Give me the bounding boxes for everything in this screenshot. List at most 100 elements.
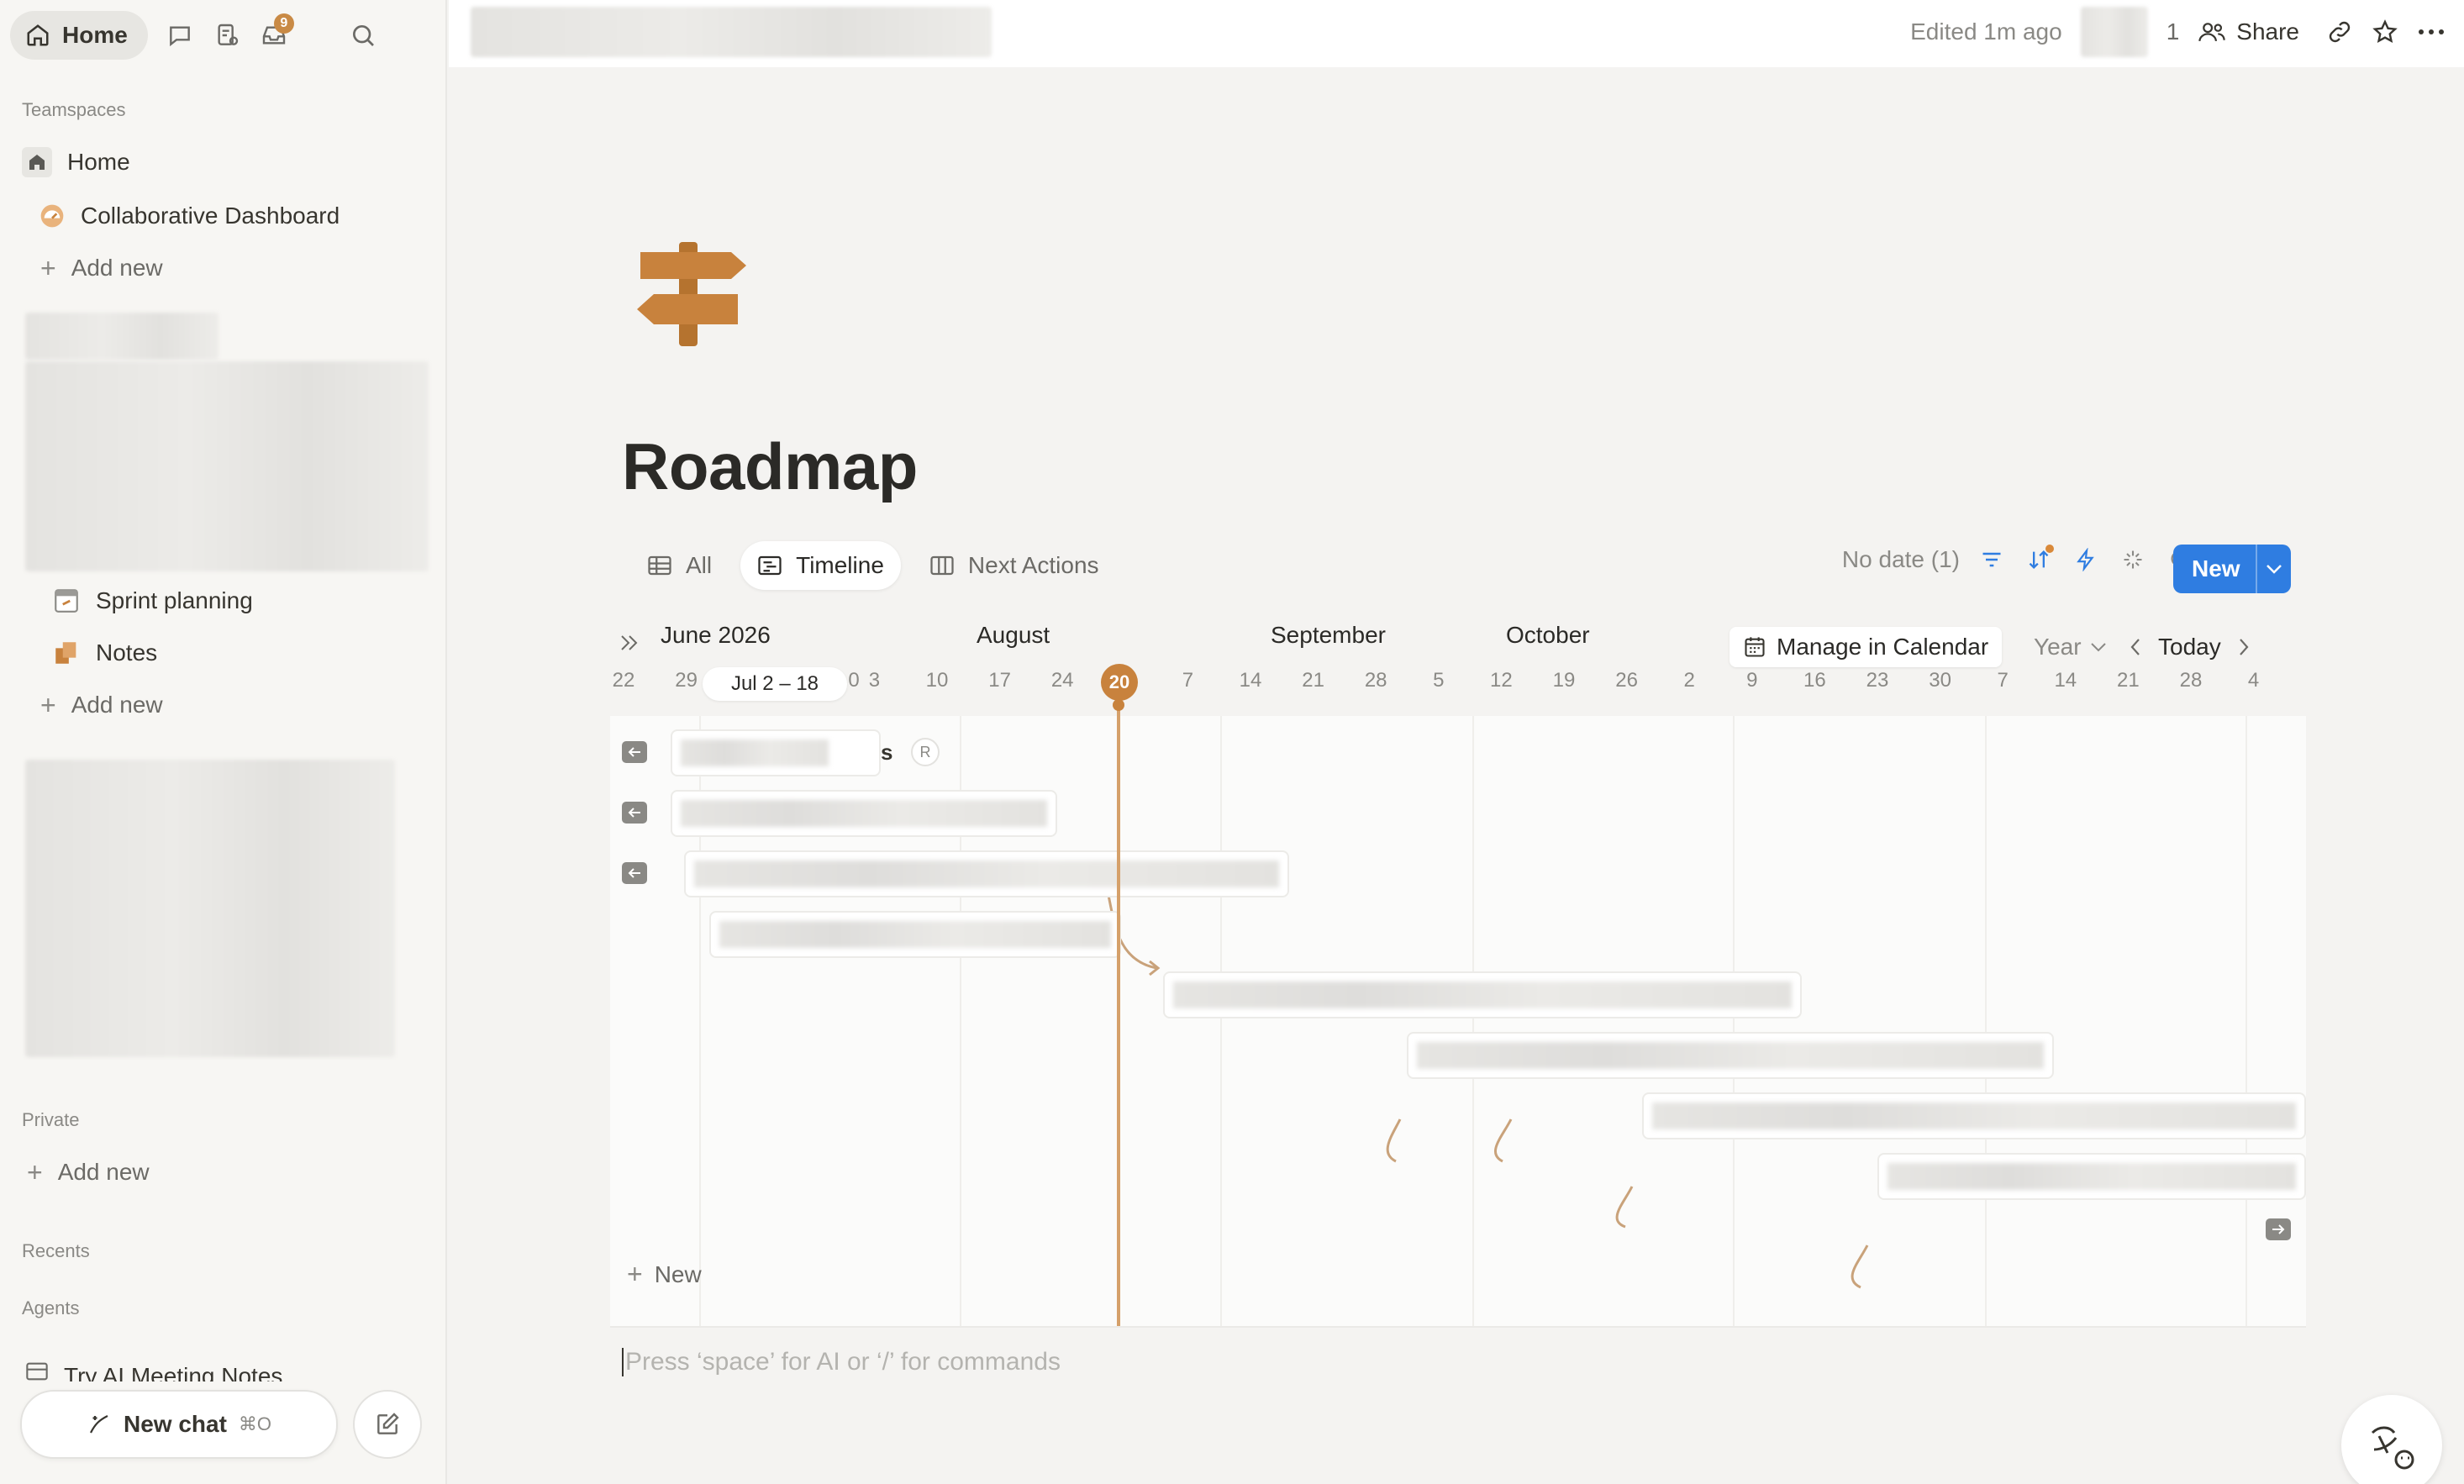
tab-timeline[interactable]: Timeline: [740, 541, 901, 590]
tab-all[interactable]: All: [630, 541, 729, 590]
chevron-left-icon[interactable]: [2130, 638, 2141, 656]
page-title[interactable]: Roadmap: [622, 429, 918, 505]
search-button[interactable]: [340, 12, 387, 59]
dashboard-icon: [39, 203, 66, 229]
table-icon: [25, 1361, 49, 1381]
timeline-view: June 2026 August September October Manag…: [610, 613, 2306, 1328]
plus-icon: +: [40, 252, 56, 283]
redacted-breadcrumb[interactable]: [471, 7, 992, 57]
ai-sparkle-icon: [89, 1414, 108, 1434]
day-tick: 28: [1364, 669, 1387, 692]
new-chat-label: New chat: [123, 1411, 227, 1437]
timeline-item[interactable]: [1642, 1092, 2306, 1139]
expand-table-button[interactable]: [619, 634, 640, 652]
day-tick: 10: [925, 669, 949, 692]
teamspaces-heading: Teamspaces: [22, 99, 126, 120]
chat-button[interactable]: [156, 12, 203, 59]
month-label: October: [1506, 622, 1590, 648]
new-chat-button[interactable]: New chat ⌘O: [20, 1390, 338, 1459]
share-button[interactable]: Share: [2198, 18, 2299, 45]
no-date-button[interactable]: No date (1): [1842, 546, 1960, 573]
timeline-item[interactable]: [709, 911, 1121, 958]
lightning-icon: [2077, 548, 2094, 571]
day-tick: 3: [868, 669, 881, 692]
block-placeholder[interactable]: Press ‘space’ for AI or ‘/’ for commands: [622, 1348, 1061, 1376]
more-icon: [2419, 29, 2444, 34]
sort-button[interactable]: [2024, 545, 2054, 575]
sidebar-item-home[interactable]: Home: [22, 141, 130, 183]
ai-face-icon: [2371, 1426, 2414, 1470]
manage-label: Manage in Calendar: [1777, 634, 1989, 660]
sidebar-item-label: Collaborative Dashboard: [81, 203, 340, 229]
sidebar-item-notes[interactable]: Notes: [52, 632, 157, 674]
timeline-item[interactable]: [684, 850, 1289, 897]
scale-select[interactable]: Year: [2034, 629, 2107, 666]
today-button[interactable]: Today: [2158, 634, 2221, 660]
scroll-to-item-button[interactable]: [2266, 1218, 2291, 1240]
sidebar-item-label: Sprint planning: [96, 587, 253, 613]
calendar-page-icon: [52, 587, 81, 615]
day-tick: 4: [2247, 669, 2260, 692]
inbox-badge: 9: [273, 13, 294, 34]
sidebar-item-sprint-planning[interactable]: Sprint planning: [52, 580, 253, 622]
timeline-item[interactable]: [1407, 1032, 2054, 1079]
agent-item[interactable]: Try AI Meeting Notes: [25, 1356, 282, 1381]
timeline-navigation: Today: [2130, 629, 2250, 666]
page-header: Edited 1m ago 1 Share: [449, 0, 2464, 67]
sidebar-add-new[interactable]: + Add new: [40, 684, 163, 726]
timeline-item[interactable]: [1877, 1153, 2306, 1200]
manage-in-calendar-button[interactable]: Manage in Calendar: [1730, 627, 2003, 667]
sidebar-item-collaborative-dashboard[interactable]: Collaborative Dashboard: [39, 195, 340, 237]
copy-link-button[interactable]: [2326, 18, 2353, 45]
timeline-grid: s R + New: [610, 699, 2306, 1328]
scroll-to-item-button[interactable]: [622, 862, 647, 884]
more-button[interactable]: [2417, 28, 2446, 36]
chat-icon: [169, 26, 190, 47]
ai-assistant-button[interactable]: [2341, 1395, 2442, 1484]
month-label: September: [1271, 622, 1386, 648]
automation-button[interactable]: [2071, 545, 2101, 575]
day-tick: 5: [1433, 669, 1445, 692]
add-new-row-button[interactable]: + New: [627, 1259, 702, 1290]
month-label: June 2026: [661, 622, 771, 648]
inbox-button[interactable]: 9: [250, 12, 297, 59]
day-tick: 16: [1803, 669, 1826, 692]
timeline-item[interactable]: [671, 729, 881, 776]
notes-icon: [52, 639, 81, 667]
scroll-to-item-button[interactable]: [622, 802, 647, 824]
add-new-row-label: New: [654, 1260, 702, 1287]
day-tick: 2: [1683, 669, 1695, 692]
chevron-right-icon[interactable]: [2238, 638, 2250, 656]
ai-autofill-button[interactable]: [2118, 545, 2148, 575]
today-line-knob: [1113, 699, 1124, 711]
tab-next-actions[interactable]: Next Actions: [913, 541, 1116, 590]
timeline-item[interactable]: [1163, 971, 1802, 1018]
scroll-to-item-button[interactable]: [622, 741, 647, 763]
home-tab[interactable]: Home: [10, 11, 148, 60]
day-tick: 14: [1239, 669, 1262, 692]
sidebar-add-new[interactable]: + Add new: [40, 247, 163, 289]
day-tick: 23: [1866, 669, 1889, 692]
timeline-item[interactable]: [671, 790, 1057, 837]
sidebar-item-label: Notes: [96, 639, 158, 666]
search-icon: [352, 25, 374, 46]
day-tick: 30: [1929, 669, 1951, 692]
new-item-dropdown[interactable]: [2257, 563, 2291, 575]
redacted-teamspace-title: [25, 313, 218, 360]
meeting-notes-button[interactable]: [203, 12, 250, 59]
filter-button[interactable]: [1977, 545, 2007, 575]
new-item-label: New: [2173, 545, 2257, 593]
agents-heading: Agents: [22, 1297, 80, 1318]
new-item-button[interactable]: New: [2173, 545, 2291, 593]
sparkle-icon: [2124, 550, 2142, 569]
sidebar-topbar: Home 9: [10, 10, 387, 61]
selected-range-pill: Jul 2 – 18: [703, 667, 847, 701]
assignee-badge[interactable]: R: [911, 738, 940, 766]
signpost-icon[interactable]: [632, 242, 746, 346]
today-marker: 20: [1101, 664, 1138, 701]
recents-heading: Recents: [22, 1240, 90, 1261]
redacted-avatar[interactable]: [2080, 7, 2148, 57]
compose-button[interactable]: [353, 1390, 422, 1459]
favorite-button[interactable]: [2372, 18, 2398, 45]
private-add-new[interactable]: + Add new: [27, 1151, 150, 1193]
